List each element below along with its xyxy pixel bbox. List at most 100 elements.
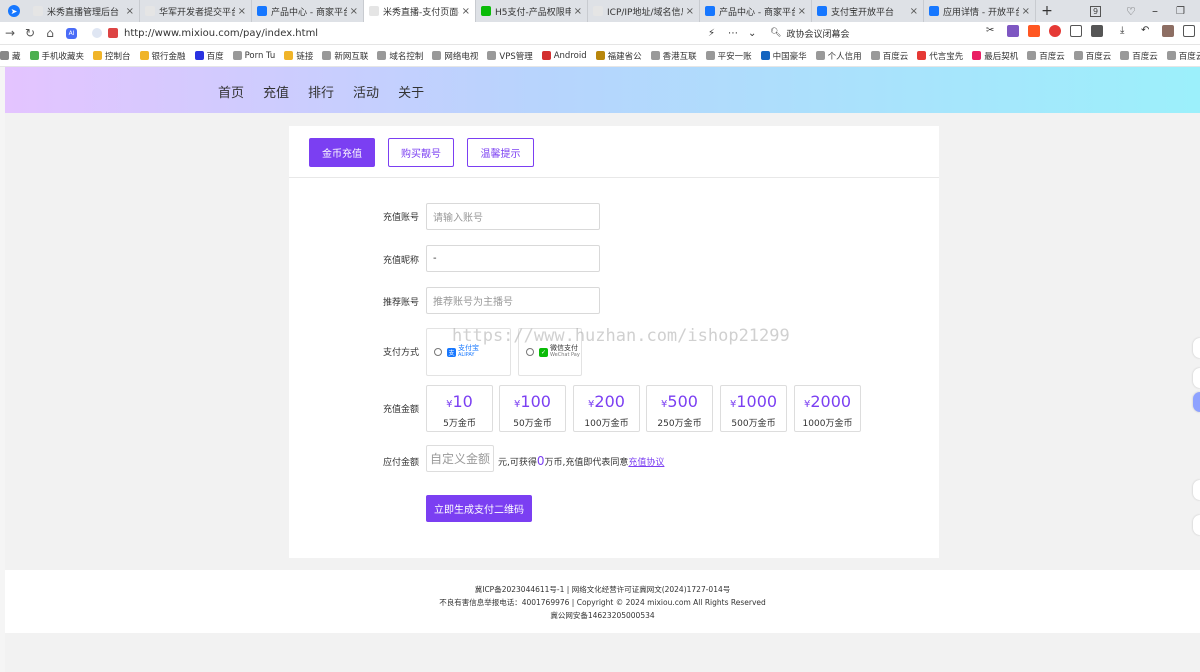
heart-icon[interactable]: ♡ (1126, 0, 1136, 22)
close-icon[interactable]: × (686, 6, 694, 17)
chevron-down-icon[interactable]: ⌄ (748, 28, 756, 39)
bookmark-item[interactable]: Android (541, 51, 587, 61)
site-info-icon[interactable] (92, 28, 102, 38)
lightning-icon[interactable]: ⚡ (708, 28, 715, 39)
nav-ranking[interactable]: 排行 (308, 82, 334, 101)
bookmark-item[interactable]: 新网互联 (322, 50, 368, 62)
scissors-icon[interactable]: ✂ (986, 25, 998, 37)
forward-icon[interactable]: → (0, 26, 20, 40)
search-input[interactable]: 🔍︎ 政协会议闭幕会 (770, 25, 970, 42)
referrer-input[interactable]: 推荐账号为主播号 (426, 287, 600, 314)
bag-icon[interactable] (1162, 25, 1174, 37)
bookmark-item[interactable]: 百度云 (1166, 50, 1200, 62)
amount-coins: 250万金币 (657, 419, 702, 429)
bookmark-item[interactable]: 藏 (0, 50, 21, 62)
close-icon[interactable]: × (238, 6, 246, 17)
side-tool[interactable] (1193, 392, 1200, 412)
nav-activity[interactable]: 活动 (353, 82, 379, 101)
bookmark-item[interactable]: 银行金融 (139, 50, 186, 62)
agreement-link[interactable]: 充值协议 (628, 458, 664, 468)
bookmark-item[interactable]: 个人信用 (815, 50, 862, 62)
bookmark-item[interactable]: 域名控制 (377, 50, 423, 62)
url-field[interactable]: http://www.mixiou.com/pay/index.html (92, 25, 702, 42)
close-icon[interactable]: × (1022, 6, 1030, 17)
browser-tab-active[interactable]: 米秀直播-支付页面- × (364, 0, 476, 22)
extension-icon[interactable] (1028, 25, 1040, 37)
close-icon[interactable]: × (126, 6, 134, 17)
side-tool[interactable] (1193, 368, 1200, 388)
amount-option[interactable]: ¥10 5万金币 (426, 385, 493, 432)
alipay-icon (257, 6, 267, 16)
side-tool[interactable] (1193, 338, 1200, 358)
amount-option[interactable]: ¥1000 500万金币 (720, 385, 787, 432)
download-icon[interactable]: ⤓ (1120, 25, 1132, 37)
bookmark-item[interactable]: 福建省公 (595, 50, 642, 62)
puzzle-icon[interactable] (1091, 25, 1103, 37)
close-icon[interactable]: × (462, 6, 470, 17)
wechat-radio[interactable] (526, 348, 534, 356)
bookmark-item[interactable]: 网络电视 (432, 50, 478, 62)
browser-menu-button[interactable]: ➤ (0, 0, 28, 22)
extension-icon[interactable] (1007, 25, 1019, 37)
undo-icon[interactable]: ↶ (1141, 25, 1153, 37)
bookmark-item[interactable]: 百度云 (1120, 50, 1158, 62)
bookmark-item[interactable]: 百度云 (1073, 50, 1111, 62)
bookmark-item[interactable]: 百度云 (870, 50, 908, 62)
close-icon[interactable]: × (910, 6, 918, 17)
bookmark-item[interactable]: VPS管理 (487, 50, 533, 62)
restore-icon[interactable]: ❐ (1176, 0, 1185, 22)
close-icon[interactable]: × (798, 6, 806, 17)
home-icon[interactable]: ⌂ (40, 26, 60, 40)
side-tool[interactable] (1193, 515, 1200, 535)
bookmark-item[interactable]: 链接 (284, 50, 313, 62)
ai-icon[interactable]: AI (66, 27, 77, 39)
browser-tab[interactable]: 应用详情 - 开放平台 × (924, 0, 1036, 22)
extension-icon[interactable] (1070, 25, 1082, 37)
new-tab-button[interactable]: + (1036, 0, 1058, 22)
tab-tips[interactable]: 温馨提示 (467, 138, 534, 167)
custom-amount-input[interactable]: 自定义金额 (426, 445, 494, 472)
browser-tab[interactable]: H5支付-产品权限申请× (476, 0, 588, 22)
more-icon[interactable]: ⋯ (728, 28, 738, 39)
amount-coins: 50万金币 (513, 419, 552, 429)
account-input[interactable]: 请输入账号 (426, 203, 600, 230)
extension-icon[interactable] (1049, 25, 1061, 37)
nav-about[interactable]: 关于 (398, 82, 424, 101)
account-icon[interactable] (1183, 25, 1195, 37)
browser-tab[interactable]: 产品中心 - 商家平台 × (700, 0, 812, 22)
browser-tab[interactable]: 米秀直播管理后台 × (28, 0, 140, 22)
nav-home[interactable]: 首页 (218, 82, 244, 101)
browser-tab[interactable]: ICP/IP地址/域名信息 × (588, 0, 700, 22)
page-bottom (5, 633, 1200, 672)
amount-option[interactable]: ¥200 100万金币 (573, 385, 640, 432)
bookmark-item[interactable]: 百度 (194, 50, 224, 62)
bookmark-item[interactable]: 最后契机 (972, 50, 1018, 62)
amount-option[interactable]: ¥2000 1000万金币 (794, 385, 861, 432)
browser-tab[interactable]: 华军开发者提交平台 × (140, 0, 252, 22)
bookmark-item[interactable]: 百度云 (1027, 50, 1065, 62)
amount-option[interactable]: ¥500 250万金币 (646, 385, 713, 432)
alipay-radio[interactable] (434, 348, 442, 356)
bookmark-item[interactable]: 代言宝先 (917, 50, 963, 62)
reload-icon[interactable]: ↻ (20, 26, 40, 40)
browser-tab[interactable]: 产品中心 - 商家平台 × (252, 0, 364, 22)
browser-tab[interactable]: 支付宝开放平台 × (812, 0, 924, 22)
bookmark-item[interactable]: 平安一账 (705, 50, 752, 62)
close-icon[interactable]: × (574, 6, 582, 17)
amount-option[interactable]: ¥100 50万金币 (499, 385, 566, 432)
tab-count-icon[interactable]: 9 (1090, 0, 1102, 22)
alipay-option[interactable]: 支 支付宝 ALIPAY (426, 328, 511, 376)
tab-buy-number[interactable]: 购买靓号 (388, 138, 454, 167)
tab-gold-recharge[interactable]: 金币充值 (309, 138, 375, 167)
minimize-icon[interactable]: – (1152, 0, 1158, 22)
bookmark-item[interactable]: Porn Tu (232, 51, 275, 61)
wechat-option[interactable]: ✓ 微信支付 WeChat Pay (518, 328, 582, 376)
bookmark-item[interactable]: 手机收藏夹 (29, 50, 84, 62)
bookmark-item[interactable]: 香港互联 (650, 50, 697, 62)
generate-qr-button[interactable]: 立即生成支付二维码 (426, 495, 532, 522)
close-icon[interactable]: × (350, 6, 358, 17)
bookmark-item[interactable]: 中国豪华 (760, 50, 807, 62)
nav-recharge[interactable]: 充值 (263, 82, 289, 101)
side-tool[interactable] (1193, 480, 1200, 500)
bookmark-item[interactable]: 控制台 (93, 50, 131, 62)
